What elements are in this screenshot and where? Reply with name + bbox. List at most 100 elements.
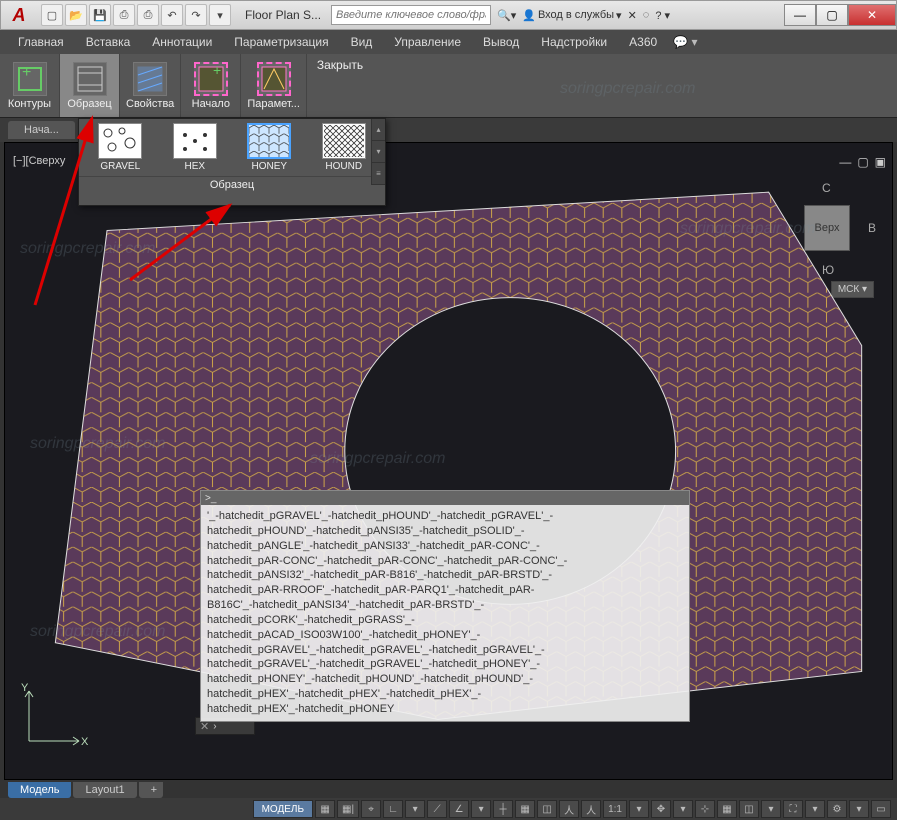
tab-layout1[interactable]: Layout1 <box>73 782 136 798</box>
ribbon-label-origin: Начало <box>192 98 230 110</box>
pattern-label: HOUND <box>325 161 362 172</box>
minimize-button[interactable]: — <box>784 4 816 26</box>
status-scale-button[interactable]: 1:1 <box>603 800 627 818</box>
status-gear-dropdown-icon[interactable]: ▾ <box>849 800 869 818</box>
qat-plot-icon[interactable]: ⎙ <box>137 4 159 26</box>
pattern-item-hound[interactable]: HOUND <box>309 123 380 172</box>
menu-annotate[interactable]: Аннотации <box>142 32 222 52</box>
qat-save-icon[interactable]: 💾 <box>89 4 111 26</box>
status-person1-icon[interactable]: 人 <box>559 800 579 818</box>
tab-model[interactable]: Модель <box>8 782 71 798</box>
status-monitor-dropdown-icon[interactable]: ▾ <box>761 800 781 818</box>
vp-minimize-icon[interactable]: — <box>839 155 851 169</box>
status-ortho-icon[interactable]: ∟ <box>383 800 403 818</box>
pattern-label: HONEY <box>251 161 287 172</box>
ribbon-panel-boundaries[interactable]: + Контуры <box>0 54 60 117</box>
status-tpy-icon[interactable]: ◫ <box>537 800 557 818</box>
properties-icon <box>133 62 167 96</box>
gravel-swatch-icon <box>98 123 142 159</box>
status-otrack-icon[interactable]: ┼ <box>493 800 513 818</box>
signin-label: Вход в службы <box>538 9 614 21</box>
cmd-window-header[interactable]: >_ <box>201 491 689 505</box>
search-input[interactable] <box>331 5 491 25</box>
menu-addins[interactable]: Надстройки <box>531 32 617 52</box>
window-controls: — ▢ ✕ <box>784 4 896 26</box>
ribbon-panel-properties[interactable]: Свойства <box>120 54 181 117</box>
qat-open-icon[interactable]: 📂 <box>65 4 87 26</box>
quick-access-toolbar: ▢ 📂 💾 ⎙ ⎙ ↶ ↷ ▾ <box>37 4 235 26</box>
menu-a360[interactable]: A360 <box>619 32 667 52</box>
help-icon[interactable]: ? ▾ <box>655 9 670 22</box>
hex-swatch-icon <box>173 123 217 159</box>
status-infer-icon[interactable]: ⌖ <box>361 800 381 818</box>
status-ws-icon[interactable]: ▦ <box>717 800 737 818</box>
cmdline-chevron-icon: › <box>213 721 216 732</box>
menu-featured-icon[interactable]: 💬 ▾ <box>673 35 697 49</box>
pattern-icon <box>73 62 107 96</box>
menu-insert[interactable]: Вставка <box>76 32 141 52</box>
ribbon-label-pattern: Образец <box>67 98 111 110</box>
menu-home[interactable]: Главная <box>8 32 74 52</box>
menu-output[interactable]: Вывод <box>473 32 529 52</box>
app-logo[interactable]: A <box>1 1 37 29</box>
status-grid-icon[interactable]: ▦ <box>315 800 335 818</box>
qat-redo-icon[interactable]: ↷ <box>185 4 207 26</box>
status-gear-icon[interactable]: ⚙ <box>827 800 847 818</box>
status-lwt-icon[interactable]: ▦ <box>515 800 535 818</box>
infocenter-icon[interactable]: 🔍▾ <box>497 9 516 22</box>
pattern-item-honey[interactable]: HONEY <box>234 123 305 172</box>
ribbon-panel-pattern[interactable]: Образец <box>60 54 120 117</box>
status-isolate-icon[interactable]: ⛶ <box>783 800 803 818</box>
ribbon-close-button[interactable]: Закрыть <box>307 54 373 76</box>
title-right-cluster: 🔍▾ 👤 Вход в службы▾ ✕ ◌ ? ▾ <box>497 9 670 22</box>
ucs-x-label: X <box>81 736 89 748</box>
a360-icon[interactable]: ◌ <box>643 9 650 21</box>
command-history-window[interactable]: >_ '_-hatchedit_pGRAVEL'_-hatchedit_pHOU… <box>200 490 690 722</box>
status-angle-icon[interactable]: ∠ <box>449 800 469 818</box>
vp-cascade-icon[interactable]: ▣ <box>875 155 886 169</box>
qat-new-icon[interactable]: ▢ <box>41 4 63 26</box>
tab-add-button[interactable]: + <box>139 782 163 798</box>
signin-button[interactable]: 👤 Вход в службы▾ <box>522 9 621 22</box>
svg-text:+: + <box>213 65 221 78</box>
status-snap-icon[interactable]: ▦| <box>337 800 359 818</box>
menu-manage[interactable]: Управление <box>384 32 471 52</box>
status-model-button[interactable]: МОДЕЛЬ <box>253 800 313 818</box>
viewport-label[interactable]: [−][Сверху <box>13 155 65 167</box>
pattern-label: HEX <box>184 161 205 172</box>
status-iso-icon[interactable]: ⟋ <box>427 800 447 818</box>
qat-undo-icon[interactable]: ↶ <box>161 4 183 26</box>
status-cleanscreen-icon[interactable]: ▭ <box>871 800 891 818</box>
ribbon-panel-origin[interactable]: + Начало <box>181 54 241 117</box>
pattern-item-hex[interactable]: HEX <box>160 123 231 172</box>
menubar: Главная Вставка Аннотации Параметризация… <box>0 30 897 54</box>
exchange-icon[interactable]: ✕ <box>628 9 637 22</box>
status-scale-dropdown-icon[interactable]: ▾ <box>629 800 649 818</box>
document-tab[interactable]: Нача... <box>8 121 75 139</box>
ucs-y-label: Y <box>21 682 29 694</box>
menu-view[interactable]: Вид <box>341 32 383 52</box>
ribbon-label-options: Парамет... <box>247 98 300 110</box>
ucs-icon: X Y <box>19 681 89 751</box>
status-polar-dropdown-icon[interactable]: ▾ <box>405 800 425 818</box>
status-annoscale-icon[interactable]: ✥ <box>651 800 671 818</box>
status-annoscale-dropdown-icon[interactable]: ▾ <box>673 800 693 818</box>
close-button[interactable]: ✕ <box>848 4 896 26</box>
pattern-item-gravel[interactable]: GRAVEL <box>85 123 156 172</box>
statusbar: МОДЕЛЬ ▦ ▦| ⌖ ∟ ▾ ⟋ ∠ ▾ ┼ ▦ ◫ 人 人 1:1 ▾ … <box>0 798 897 820</box>
status-isolate-dropdown-icon[interactable]: ▾ <box>805 800 825 818</box>
qat-saveas-icon[interactable]: ⎙ <box>113 4 135 26</box>
vp-maximize-icon[interactable]: ▢ <box>857 155 868 169</box>
status-person2-icon[interactable]: 人 <box>581 800 601 818</box>
status-plus-icon[interactable]: ⊹ <box>695 800 715 818</box>
ribbon-panel-options[interactable]: Парамет... <box>241 54 307 117</box>
menu-parametric[interactable]: Параметризация <box>224 32 338 52</box>
gallery-scroll[interactable]: ▴▾≡ <box>371 119 385 185</box>
pattern-gallery: GRAVEL HEX HONEY HOUND Образец ▴▾≡ <box>78 118 386 206</box>
svg-text:+: + <box>22 65 31 81</box>
status-monitor-icon[interactable]: ◫ <box>739 800 759 818</box>
ribbon-label-boundaries: Контуры <box>8 98 51 110</box>
qat-dropdown-icon[interactable]: ▾ <box>209 4 231 26</box>
status-osnap-dropdown-icon[interactable]: ▾ <box>471 800 491 818</box>
maximize-button[interactable]: ▢ <box>816 4 848 26</box>
